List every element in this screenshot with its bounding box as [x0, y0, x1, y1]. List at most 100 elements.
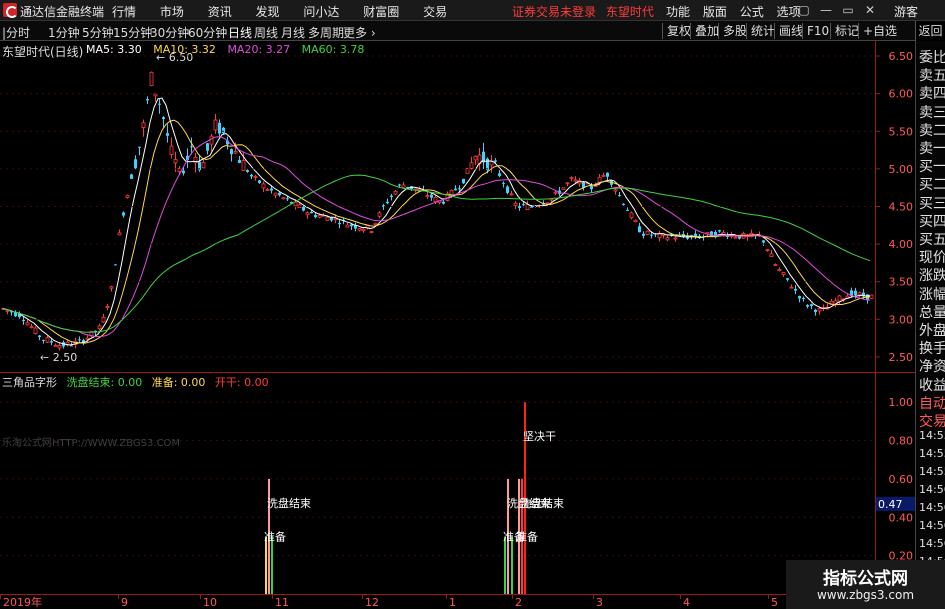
candle-body — [250, 174, 253, 177]
candle-body — [869, 294, 874, 299]
button-back[interactable]: 返回 — [915, 21, 945, 41]
side-item[interactable]: 涨跌 — [919, 265, 945, 285]
candle-body — [513, 202, 518, 207]
candle-body — [134, 159, 137, 169]
indicator-tick-label: 1.00 — [889, 396, 914, 409]
candle-body — [393, 191, 398, 195]
side-item[interactable]: 14:55 — [919, 429, 945, 442]
candle-body — [606, 172, 609, 177]
candle-body — [789, 286, 794, 289]
candle-body — [386, 201, 389, 204]
candle-body — [33, 327, 38, 335]
side-item[interactable]: 14:55 — [919, 447, 945, 460]
indicator-tick-label: 0.40 — [889, 511, 914, 524]
candle-body — [629, 212, 634, 219]
candle-body — [190, 146, 193, 148]
side-item[interactable]: 14:56 — [919, 537, 945, 550]
candle-body — [762, 240, 765, 243]
side-item[interactable]: 净资 — [919, 356, 945, 376]
price-tick-label: 3.00 — [889, 313, 914, 326]
candle-body — [777, 268, 782, 272]
indicator-wash-value: 洗盘结束: 0.00 — [66, 376, 143, 389]
candle-body — [286, 198, 289, 200]
side-item[interactable]: 卖五 — [919, 65, 945, 85]
candle-body — [42, 339, 45, 341]
side-item[interactable]: 换手 — [919, 338, 945, 358]
quote-side-panel[interactable]: 委比 卖五 卖四 卖三 卖二 卖一 买一 买二 买三 买四 买五 现价 涨跌 涨幅 总量 外盘 换手 净资 收益 自动… — [915, 41, 945, 609]
candle-body — [241, 160, 246, 171]
candle-body — [345, 224, 350, 228]
side-item[interactable]: 买二 — [919, 174, 945, 194]
candle-body — [261, 183, 266, 189]
watermark-text: 乐淘公式网HTTP://WWW.ZBGS3.COM — [2, 438, 181, 449]
candle-body — [442, 201, 445, 204]
side-item[interactable]: 卖二 — [919, 120, 945, 140]
stock-title: 东望时代(日线) — [2, 45, 84, 59]
candle-body — [305, 212, 310, 216]
candle-body — [498, 173, 501, 176]
kline-chart[interactable]: ← 6.50← 2.50 6.506.005.505.004.504.003.5… — [0, 0, 915, 609]
side-item[interactable]: 14:56 — [919, 519, 945, 532]
candle-body — [109, 286, 114, 289]
candle-body — [553, 191, 558, 194]
ma10-value: MA10: 3.32 — [153, 43, 216, 56]
side-item[interactable]: 买五 — [919, 229, 945, 249]
side-item[interactable]: 买三 — [919, 193, 945, 213]
candle-body — [373, 222, 378, 226]
indicator-legend: 三角品字形 洗盘结束: 0.00 准备: 0.00 开干: 0.00 — [2, 374, 275, 390]
candle-body — [153, 93, 158, 97]
candle-body — [29, 326, 34, 328]
badge-title: 指标公式网 — [823, 569, 908, 589]
side-item[interactable]: 买一 — [919, 156, 945, 176]
candle-body — [158, 103, 161, 105]
side-item[interactable]: 外盘 — [919, 320, 945, 340]
candle-body — [525, 204, 530, 210]
candle-body — [22, 320, 25, 322]
candle-body — [810, 304, 813, 307]
candle-body — [673, 237, 678, 240]
indicator-tick-label: 0.60 — [889, 473, 914, 486]
side-item[interactable]: 自动 — [919, 393, 945, 413]
side-item[interactable]: 卖一 — [919, 138, 945, 158]
side-item[interactable]: 卖四 — [919, 83, 945, 103]
candle-body — [314, 215, 317, 218]
indicator-name[interactable]: 三角品字形 — [2, 376, 57, 389]
side-item[interactable]: 14:56 — [919, 483, 945, 496]
candle-body — [573, 179, 578, 182]
candle-body — [258, 180, 261, 184]
date-tick-label: 4 — [683, 596, 690, 609]
candle-body — [78, 339, 81, 341]
side-item[interactable]: 涨幅 — [919, 284, 945, 304]
price-tick-label: 6.50 — [889, 50, 914, 63]
price-tick-label: 6.00 — [889, 88, 914, 101]
side-item[interactable]: 14:55 — [919, 465, 945, 478]
candle-body — [310, 211, 313, 214]
side-item[interactable]: 总量 — [919, 302, 945, 322]
candle-body — [798, 295, 801, 299]
candle-body — [633, 219, 638, 223]
side-item[interactable]: 买四 — [919, 211, 945, 231]
candle-body — [238, 159, 241, 163]
prepare-bar — [511, 536, 513, 594]
candle-body — [50, 341, 53, 343]
side-item[interactable]: 现价 — [919, 247, 945, 267]
candle-body — [369, 231, 374, 233]
side-item[interactable]: 收益 — [919, 375, 945, 395]
candle-body — [817, 308, 822, 312]
candle-body — [618, 195, 621, 197]
side-item[interactable]: 卖三 — [919, 102, 945, 122]
candle-body — [522, 204, 525, 206]
side-item[interactable]: 交易 — [919, 411, 945, 431]
candle-body — [162, 117, 165, 120]
side-item[interactable]: 14:56 — [919, 501, 945, 514]
candle-body — [125, 195, 130, 198]
candle-body — [166, 133, 169, 136]
candle-body — [270, 188, 273, 191]
side-item[interactable]: 委比 — [919, 47, 945, 67]
candle-body — [149, 71, 154, 87]
candle-body — [218, 122, 221, 134]
candle-body — [357, 228, 362, 231]
candle-body — [569, 177, 574, 180]
price-tick-label: 3.50 — [889, 276, 914, 289]
ma20-value: MA20: 3.27 — [227, 43, 291, 56]
